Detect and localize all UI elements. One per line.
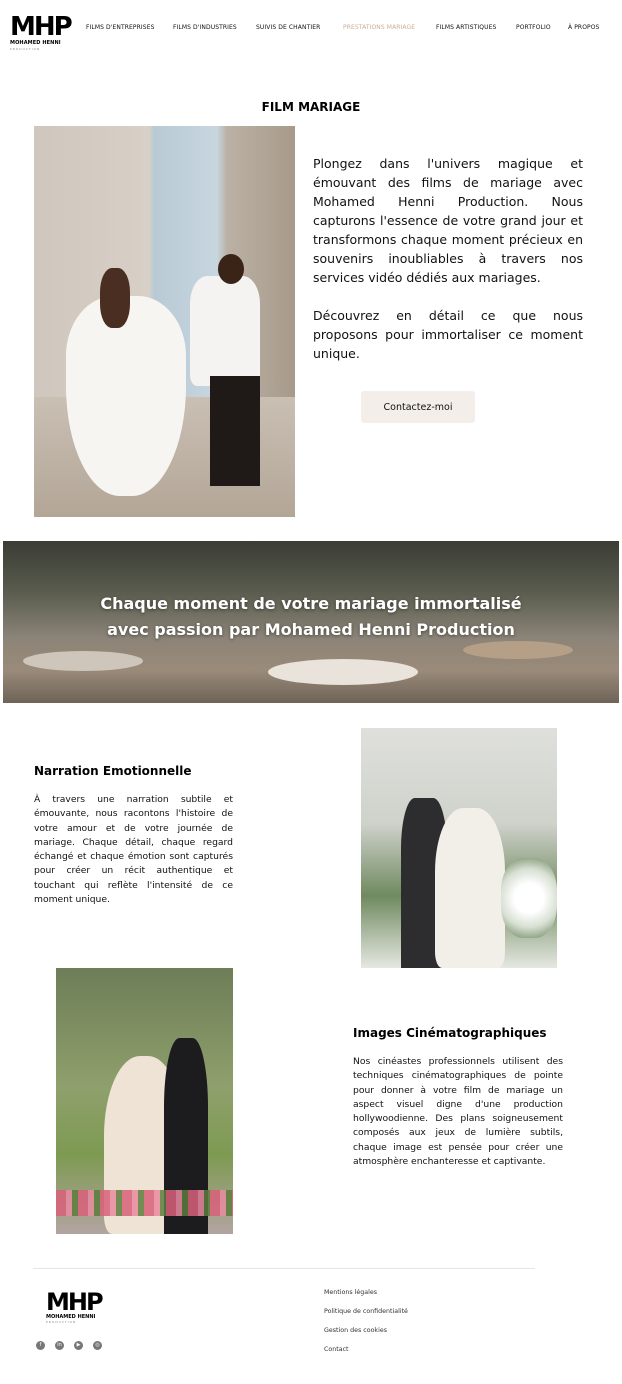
- logo-name: MOHAMED HENNI: [10, 40, 61, 46]
- main-nav: FILMS D'ENTREPRISES FILMS D'INDUSTRIES S…: [0, 24, 622, 34]
- feature-text-cinematic: Nos cinéastes professionnels utilisent d…: [353, 1056, 563, 1168]
- page-title: FILM MARIAGE: [261, 100, 361, 114]
- footer-links: Mentions légales Politique de confidenti…: [324, 1288, 474, 1364]
- youtube-icon[interactable]: ▶: [74, 1341, 83, 1350]
- banner-headline: Chaque moment de votre mariage immortali…: [3, 591, 619, 643]
- groom-head: [218, 254, 244, 284]
- banner-line-1: Chaque moment de votre mariage immortali…: [100, 594, 522, 613]
- banner-image: Chaque moment de votre mariage immortali…: [3, 541, 619, 703]
- site-header: MHP MOHAMED HENNI PRODUCTION FILMS D'ENT…: [0, 0, 622, 56]
- footer-logo[interactable]: MHP MOHAMED HENNI PRODUCTION: [46, 1290, 106, 1326]
- nav-films-artistiques[interactable]: FILMS ARTISTIQUES: [436, 24, 496, 31]
- footer-link-contact[interactable]: Contact: [324, 1345, 474, 1364]
- logo-sub: PRODUCTION: [10, 47, 41, 51]
- couple-park-photo: [56, 968, 233, 1234]
- bride-dress: [66, 296, 186, 496]
- footer-link-cookies[interactable]: Gestion des cookies: [324, 1326, 474, 1345]
- wedding-couple-photo: [34, 126, 295, 517]
- couple-garden-photo: [361, 728, 557, 968]
- nav-films-industries[interactable]: FILMS D'INDUSTRIES: [173, 24, 237, 31]
- flowers: [501, 858, 557, 938]
- linkedin-icon[interactable]: in: [55, 1341, 64, 1350]
- banner-plate: [268, 659, 418, 685]
- groom-pants: [210, 376, 260, 486]
- feature-title-narration: Narration Emotionnelle: [34, 764, 192, 778]
- flower-bed: [56, 1190, 233, 1216]
- footer-link-mentions[interactable]: Mentions légales: [324, 1288, 474, 1307]
- footer-divider: [33, 1268, 535, 1269]
- nav-prestations-mariage[interactable]: PRESTATIONS MARIAGE: [343, 24, 415, 31]
- hero-description: Plongez dans l'univers magique et émouva…: [313, 154, 583, 382]
- bride-figure: [100, 268, 130, 328]
- social-links: f in ▶ ◎: [36, 1341, 116, 1353]
- contact-button[interactable]: Contactez-moi: [361, 391, 475, 423]
- banner-plate: [23, 651, 143, 671]
- bride-figure: [435, 808, 505, 968]
- feature-title-cinematic: Images Cinématographiques: [353, 1026, 547, 1040]
- footer-link-confidentialite[interactable]: Politique de confidentialité: [324, 1307, 474, 1326]
- nav-a-propos[interactable]: À PROPOS: [568, 24, 599, 31]
- banner-plate: [463, 641, 573, 659]
- hero-paragraph-2: Découvrez en détail ce que nous proposon…: [313, 308, 583, 361]
- facebook-icon[interactable]: f: [36, 1341, 45, 1350]
- groom-jacket: [190, 276, 260, 386]
- nav-portfolio[interactable]: PORTFOLIO: [516, 24, 551, 31]
- footer-logo-sub: PRODUCTION: [46, 1320, 77, 1324]
- banner-line-2: avec passion par Mohamed Henni Productio…: [107, 620, 515, 639]
- instagram-icon[interactable]: ◎: [93, 1341, 102, 1350]
- footer-logo-mark: MHP: [46, 1288, 104, 1316]
- nav-films-entreprises[interactable]: FILMS D'ENTREPRISES: [86, 24, 155, 31]
- hero-paragraph-1: Plongez dans l'univers magique et émouva…: [313, 156, 583, 285]
- nav-suivis-chantier[interactable]: SUIVIS DE CHANTIER: [256, 24, 320, 31]
- feature-text-narration: À travers une narration subtile et émouv…: [34, 794, 233, 906]
